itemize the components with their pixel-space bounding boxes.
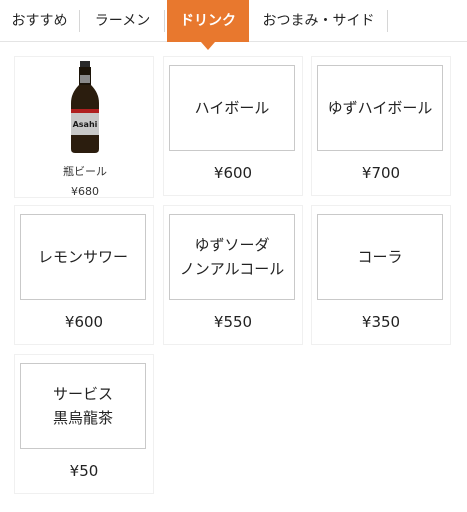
item-name: 瓶ビール bbox=[63, 165, 107, 178]
item-name-line1: ゆずソーダ bbox=[194, 236, 270, 254]
active-tab-indicator bbox=[201, 42, 215, 50]
tab-osusume[interactable]: おすすめ bbox=[0, 10, 80, 32]
category-tab-bar: おすすめ ラーメン ドリンク おつまみ・サイド bbox=[0, 0, 467, 42]
bottle-label-text: Asahi bbox=[73, 120, 98, 129]
menu-item-lemon-sour[interactable]: レモンサワー ¥600 bbox=[14, 205, 154, 345]
item-name-line2: ノンアルコール bbox=[179, 260, 285, 278]
tab-drink[interactable]: ドリンク bbox=[167, 0, 249, 42]
item-price: ¥550 bbox=[213, 313, 253, 331]
beer-bottle-image: Asahi bbox=[71, 61, 99, 153]
item-price: ¥350 bbox=[361, 313, 401, 331]
item-name-box: コーラ bbox=[317, 214, 443, 300]
item-name: ゆずハイボール bbox=[327, 99, 433, 117]
menu-item-highball[interactable]: ハイボール ¥600 bbox=[163, 56, 303, 196]
item-name: コーラ bbox=[357, 248, 403, 266]
item-name-box: ゆずハイボール bbox=[317, 65, 443, 151]
menu-item-yuzu-soda[interactable]: ゆずソーダ ノンアルコール ¥550 bbox=[163, 205, 303, 345]
item-price: ¥700 bbox=[361, 164, 401, 182]
item-price: ¥600 bbox=[64, 313, 104, 331]
item-price: ¥600 bbox=[213, 164, 253, 182]
item-name-line1: サービス bbox=[52, 385, 113, 403]
item-name-box: ゆずソーダ ノンアルコール bbox=[169, 214, 295, 300]
item-name: レモンサワー bbox=[37, 248, 128, 266]
item-price: ¥50 bbox=[69, 462, 99, 480]
item-price: ¥680 bbox=[71, 185, 99, 198]
item-name: ハイボール bbox=[194, 99, 270, 117]
item-name-box: レモンサワー bbox=[20, 214, 146, 300]
menu-item-bin-beer[interactable]: Asahi 瓶ビール ¥680 bbox=[14, 56, 154, 198]
menu-item-yuzu-highball[interactable]: ゆずハイボール ¥700 bbox=[311, 56, 451, 196]
menu-item-black-oolong[interactable]: サービス 黒烏龍茶 ¥50 bbox=[14, 354, 154, 494]
item-name-box: ハイボール bbox=[169, 65, 295, 151]
tab-otsumami-side[interactable]: おつまみ・サイド bbox=[250, 10, 388, 32]
tab-ramen[interactable]: ラーメン bbox=[81, 10, 165, 32]
menu-item-cola[interactable]: コーラ ¥350 bbox=[311, 205, 451, 345]
item-name-box: サービス 黒烏龍茶 bbox=[20, 363, 146, 449]
item-name-line2: 黒烏龍茶 bbox=[52, 409, 113, 427]
